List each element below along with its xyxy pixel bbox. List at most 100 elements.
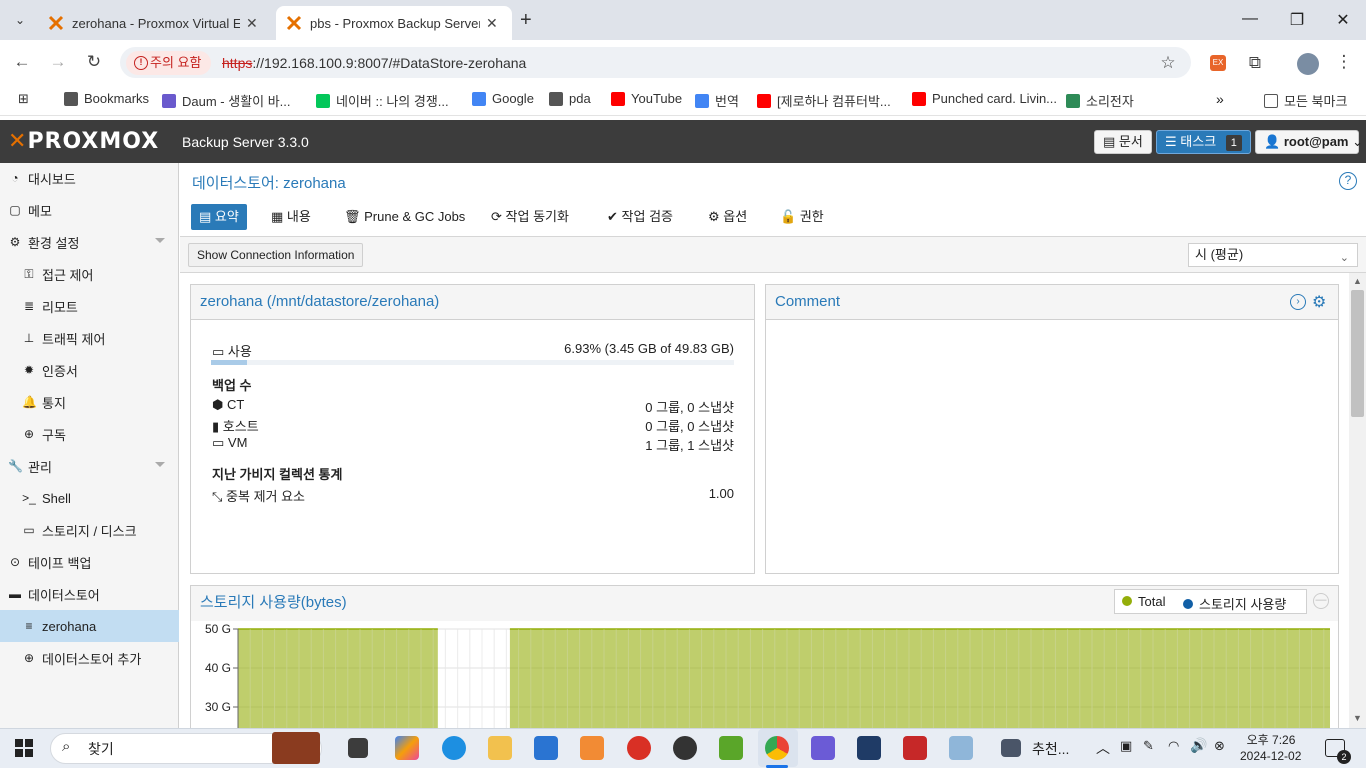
mail-icon[interactable]	[534, 736, 558, 760]
tab-options[interactable]: ⚙ 옵션	[700, 204, 755, 230]
legend-item-used[interactable]: 스토리지 사용량	[1183, 594, 1286, 613]
sidebar-item-dashboard[interactable]: ◔ 대시보드	[0, 162, 179, 194]
tab-close-icon[interactable]: ✕	[246, 15, 258, 32]
bookmark-item[interactable]: YouTube	[611, 91, 682, 106]
bookmark-item[interactable]: Google	[472, 91, 534, 106]
sidebar-item-archive[interactable]: ▬ 데이터스토어	[0, 578, 179, 610]
apps-grid-icon[interactable]: ⊞	[18, 91, 29, 107]
scroll-down-icon[interactable]: ▼	[1353, 713, 1362, 723]
bookmark-item[interactable]: 소리전자	[1066, 91, 1134, 110]
bookmark-item[interactable]: pda	[549, 91, 591, 106]
legend-item-total[interactable]: Total	[1122, 594, 1165, 609]
pin-app-icon[interactable]	[627, 736, 651, 760]
sidebar-item-key[interactable]: ⚿ 접근 제어	[0, 258, 179, 290]
clock-app-icon[interactable]	[673, 736, 697, 760]
bookmark-item[interactable]: 번역	[695, 91, 739, 110]
tab-verify-jobs[interactable]: ✔ 작업 검증	[599, 204, 681, 230]
app-icon-hexagon[interactable]	[811, 736, 835, 760]
profile-avatar[interactable]	[1297, 53, 1319, 75]
undo-zoom-icon[interactable]: —	[1313, 593, 1329, 609]
volume-icon[interactable]: 🔊	[1190, 737, 1207, 754]
sidebar-item-plus-circle[interactable]: ⊕ 데이터스토어 추가	[0, 642, 179, 674]
tab-content[interactable]: ▦ 내용	[263, 204, 319, 230]
chrome-icon[interactable]	[765, 736, 789, 760]
bookmark-favicon-icon	[757, 93, 771, 108]
tab-search-icon[interactable]: ⌄	[10, 10, 30, 30]
meet-icon[interactable]: ▣	[1120, 738, 1132, 754]
fireplace-widget-icon[interactable]	[272, 732, 320, 764]
copilot-icon[interactable]	[395, 736, 419, 760]
tab-permissions[interactable]: 🔓 권한	[772, 204, 832, 230]
close-window-icon[interactable]: ✕	[1333, 10, 1353, 30]
virtualbox-icon[interactable]	[857, 736, 881, 760]
timeframe-select[interactable]: 시 (평균) ⌄	[1188, 243, 1358, 267]
sidebar-item-gears[interactable]: ⚙ 환경 설정	[0, 226, 179, 258]
restore-icon[interactable]: ❐	[1287, 10, 1307, 30]
sidebar-item-wrench[interactable]: 🔧 관리	[0, 450, 179, 482]
sidebar-item-tape[interactable]: ⊙ 테이프 백업	[0, 546, 179, 578]
taskbar-date[interactable]: 2024-12-02	[1240, 749, 1301, 763]
terminal-icon: >_	[22, 491, 36, 505]
tab-prune-gc[interactable]: 🗑 Prune & GC Jobs	[336, 204, 473, 230]
minimize-icon[interactable]: —	[1240, 10, 1260, 28]
windows-start-icon[interactable]	[15, 739, 33, 760]
paint-icon[interactable]	[949, 736, 973, 760]
bookmark-item[interactable]: Punched card. Livin...	[912, 91, 1057, 106]
gear-icon[interactable]: ⚙	[1312, 292, 1326, 312]
collapse-icon[interactable]: ›	[1290, 294, 1306, 310]
sidebar-item-certificate[interactable]: ✹ 인증서	[0, 354, 179, 386]
pen-icon[interactable]: ✎	[1143, 738, 1154, 754]
bookmarks-overflow-icon[interactable]: »	[1216, 91, 1224, 107]
news-widget-icon[interactable]	[1001, 739, 1021, 757]
docs-button[interactable]: ▤ 문서	[1094, 130, 1152, 154]
sidebar-item-hdd[interactable]: ▭ 스토리지 / 디스크	[0, 514, 179, 546]
tab-summary[interactable]: ▤ 요약	[191, 204, 247, 230]
all-bookmarks-folder[interactable]: 모든 북마크	[1264, 91, 1347, 110]
back-icon[interactable]: ←	[11, 52, 33, 72]
show-connection-info-button[interactable]: Show Connection Information	[188, 243, 364, 267]
forward-icon[interactable]: →	[47, 52, 69, 72]
scrollbar-thumb[interactable]	[1351, 290, 1364, 417]
expand-caret-icon[interactable]	[155, 238, 165, 243]
user-menu-button[interactable]: 👤 root@pam ⌄	[1255, 130, 1363, 154]
sidebar-item-traffic[interactable]: ⊥ 트래픽 제어	[0, 322, 179, 354]
bookmark-item[interactable]: Bookmarks	[64, 91, 149, 106]
help-icon[interactable]: ?	[1339, 172, 1357, 190]
extensions-puzzle-icon[interactable]: ⧉	[1244, 53, 1266, 73]
security-warning-badge[interactable]: 주의 요함	[126, 51, 212, 75]
w-app-icon[interactable]	[719, 736, 743, 760]
bookmark-item[interactable]: 네이버 :: 나의 경쟁...	[316, 91, 449, 110]
red-app-icon[interactable]	[903, 736, 927, 760]
tray-overflow-icon[interactable]: ︿	[1096, 738, 1110, 758]
bookmark-star-icon[interactable]: ☆	[1157, 53, 1179, 73]
sidebar-item-terminal[interactable]: >_ Shell	[0, 482, 179, 514]
news-widget-label[interactable]: 추천...	[1032, 739, 1069, 759]
scroll-up-icon[interactable]: ▲	[1353, 276, 1362, 286]
browser-tab-pve[interactable]: zerohana - Proxmox Virtual En ✕	[38, 6, 274, 40]
reload-icon[interactable]: ↻	[83, 52, 105, 72]
bookmark-item[interactable]: Daum - 생활이 바...	[162, 91, 291, 110]
new-tab-button[interactable]: +	[520, 9, 532, 32]
file-explorer-icon[interactable]	[488, 736, 512, 760]
tasks-button[interactable]: ☰ 태스크 1	[1156, 130, 1251, 154]
wifi-icon[interactable]: ◠	[1168, 738, 1179, 754]
desktop-icon: ▭	[212, 435, 225, 450]
url-text[interactable]: https://192.168.100.9:8007/#DataStore-ze…	[222, 55, 526, 71]
battery-icon[interactable]: ⊗	[1214, 738, 1225, 754]
sidebar-item-database[interactable]: ≡ zerohana	[0, 610, 179, 642]
sidebar-item-bell[interactable]: 🔔 통지	[0, 386, 179, 418]
tab-close-icon[interactable]: ✕	[486, 15, 498, 32]
expand-caret-icon[interactable]	[155, 462, 165, 467]
extension-icon[interactable]: EX	[1210, 55, 1226, 71]
sidebar-item-server[interactable]: ≣ 리모트	[0, 290, 179, 322]
tab-sync-jobs[interactable]: ⟳ 작업 동기화	[483, 204, 577, 230]
edge-icon[interactable]	[442, 736, 466, 760]
task-view-icon[interactable]	[348, 738, 368, 758]
bookmark-item[interactable]: [제로하나 컴퓨터박...	[757, 91, 891, 110]
sidebar-item-note[interactable]: ▢ 메모	[0, 194, 179, 226]
chrome-menu-icon[interactable]: ⋮	[1333, 52, 1355, 72]
media-player-icon[interactable]	[580, 736, 604, 760]
browser-tab-pbs[interactable]: pbs - Proxmox Backup Server ✕	[276, 6, 512, 40]
taskbar-time[interactable]: 오후 7:26	[1246, 731, 1296, 748]
sidebar-item-support[interactable]: ⊕ 구독	[0, 418, 179, 450]
